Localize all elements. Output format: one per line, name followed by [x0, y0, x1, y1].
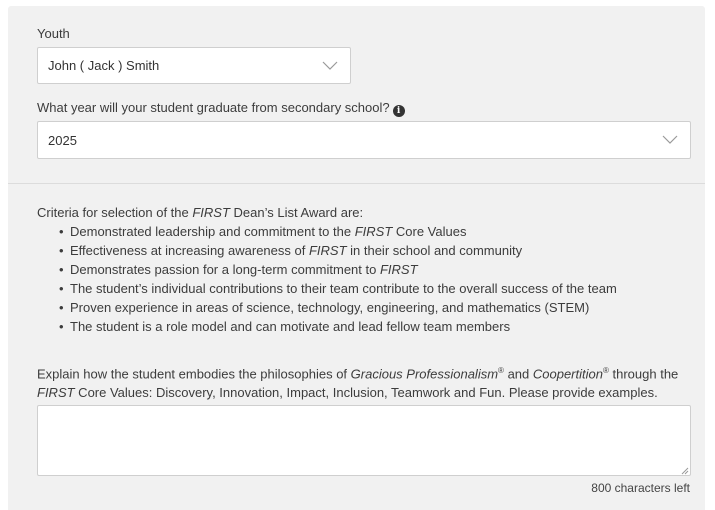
chevron-down-icon: [662, 135, 678, 144]
section-divider: [8, 183, 705, 184]
criteria-intro-after: Dean’s List Award are:: [229, 205, 364, 220]
criteria-item: • Demonstrated leadership and commitment …: [59, 224, 467, 239]
youth-select[interactable]: John ( Jack ) Smith: [37, 47, 351, 84]
criteria-item: • Effectiveness at increasing awareness o…: [59, 243, 523, 258]
criteria-list: • Demonstrated leadership and commitment …: [37, 222, 687, 336]
form-panel: Youth John ( Jack ) Smith What year will…: [8, 6, 705, 510]
resize-handle-icon[interactable]: [681, 467, 689, 475]
graduation-label: What year will your student graduate fro…: [37, 100, 405, 117]
graduation-year-select[interactable]: 2025: [37, 121, 691, 159]
character-counter: 800 characters left: [591, 481, 690, 495]
graduation-selected-value: 2025: [48, 132, 77, 148]
youth-selected-value: John ( Jack ) Smith: [48, 58, 160, 73]
criteria-item: • The student’s individual contributions …: [59, 281, 617, 296]
criteria-intro: Criteria for selection of the FIRST Dean…: [37, 203, 687, 222]
criteria-item: • The student is a role model and can mot…: [59, 319, 511, 334]
graduation-label-text: What year will your student graduate fro…: [37, 100, 390, 115]
info-circle-icon[interactable]: i: [392, 105, 405, 117]
criteria-block: Criteria for selection of the FIRST Dean…: [37, 203, 687, 336]
criteria-intro-first: FIRST: [192, 205, 230, 220]
explain-prompt: Explain how the student embodies the phi…: [37, 366, 679, 401]
criteria-item: • Proven experience in areas of science, …: [59, 300, 590, 315]
explain-textarea[interactable]: [37, 405, 691, 476]
chevron-down-icon: [322, 61, 338, 70]
youth-label: Youth: [37, 26, 70, 41]
criteria-item: • Demonstrates passion for a long-term co…: [59, 262, 418, 277]
criteria-intro-text: Criteria for selection of the: [37, 205, 193, 220]
